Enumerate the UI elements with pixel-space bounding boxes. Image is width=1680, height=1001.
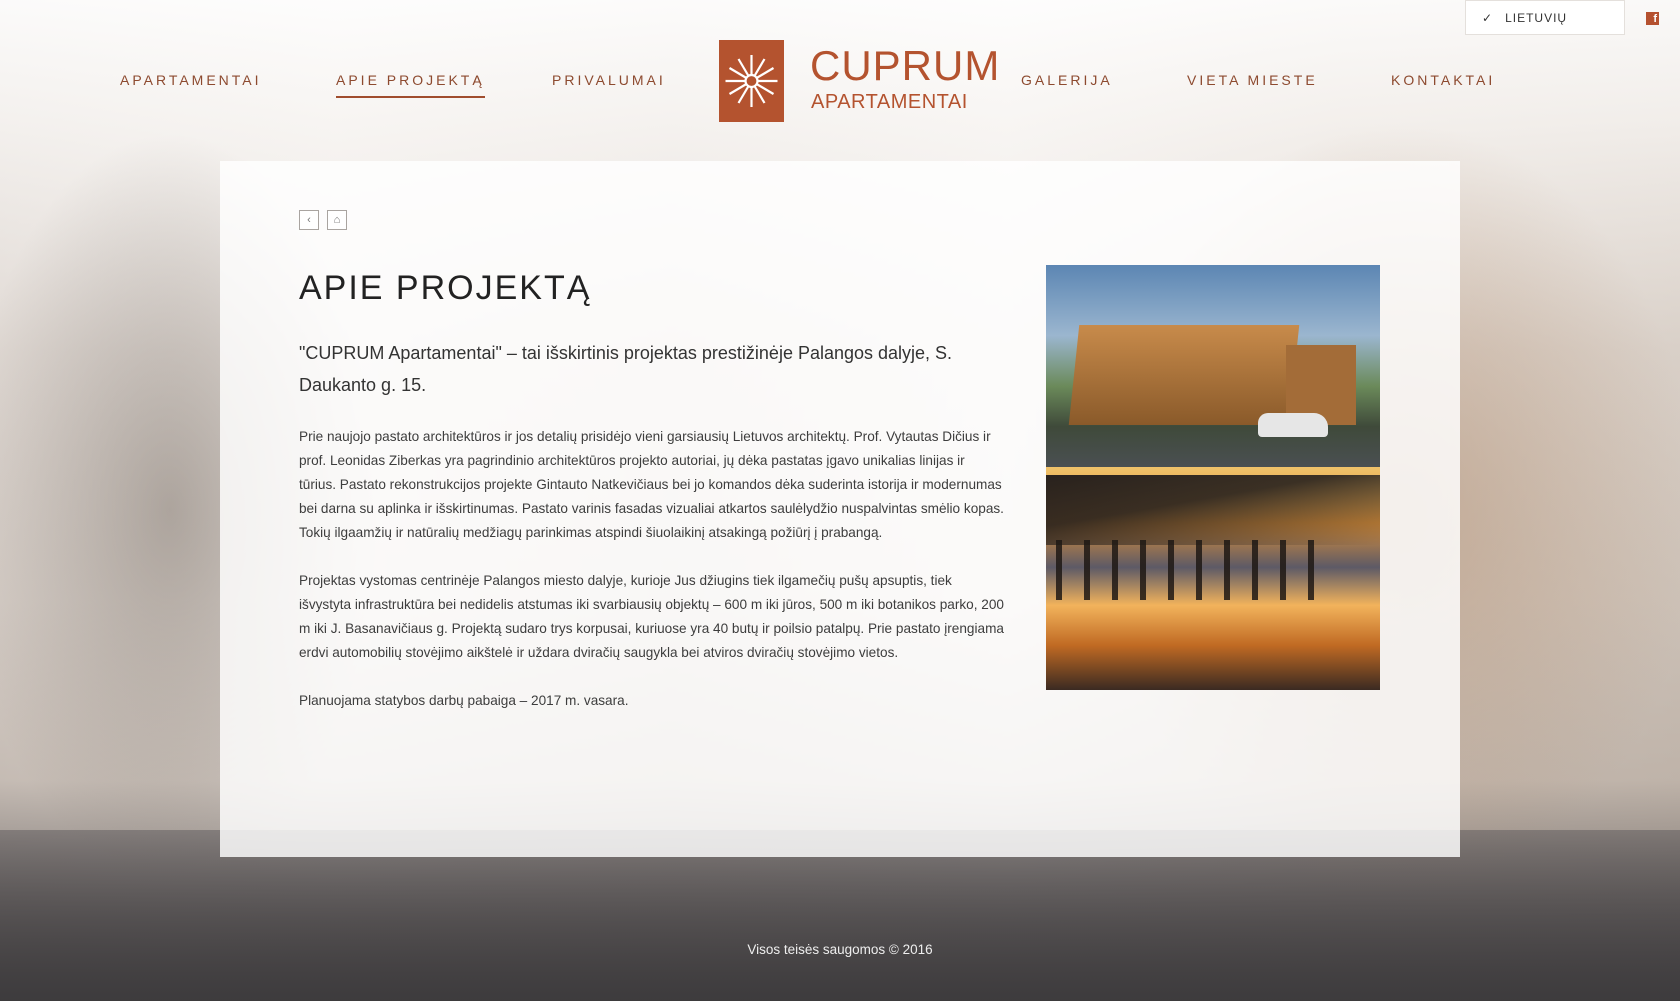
nav-item-galerija[interactable]: GALERIJA bbox=[1021, 72, 1113, 88]
nav-item-privalumai[interactable]: PRIVALUMAI bbox=[552, 72, 666, 88]
breadcrumb: ‹ ⌂ bbox=[299, 210, 347, 230]
logo-title: CUPRUM bbox=[810, 42, 1001, 89]
building-shape bbox=[1068, 325, 1300, 425]
home-icon[interactable]: ⌂ bbox=[327, 210, 347, 230]
project-photo-collage bbox=[1046, 265, 1380, 690]
facebook-icon[interactable]: f bbox=[1646, 12, 1659, 25]
body-paragraph: Prie naujojo pastato architektūros ir jo… bbox=[299, 429, 1004, 540]
language-selector[interactable]: ✓ LIETUVIŲ bbox=[1465, 0, 1625, 35]
back-icon[interactable]: ‹ bbox=[299, 210, 319, 230]
body-paragraph: Projektas vystomas centrinėje Palangos m… bbox=[299, 573, 1004, 660]
page-title: APIE PROJEKTĄ bbox=[299, 269, 592, 307]
lead-paragraph: "CUPRUM Apartamentai" – tai išskirtinis … bbox=[299, 343, 953, 395]
nav-item-apie-projekta[interactable]: APIE PROJEKTĄ bbox=[336, 72, 485, 98]
pier-shape bbox=[1046, 475, 1380, 545]
body-paragraph: Planuojama statybos darbų pabaiga – 2017… bbox=[299, 693, 629, 708]
car-shape bbox=[1258, 413, 1328, 437]
language-label: LIETUVIŲ bbox=[1505, 10, 1568, 25]
logo-mark-icon bbox=[719, 40, 784, 122]
check-icon: ✓ bbox=[1482, 10, 1494, 25]
nav-item-apartamentai[interactable]: APARTAMENTAI bbox=[120, 72, 262, 88]
content-panel: ‹ ⌂ APIE PROJEKTĄ "CUPRUM Apartamentai" … bbox=[220, 161, 1460, 857]
site-logo[interactable]: CUPRUM APARTAMENTAI bbox=[719, 40, 999, 122]
nav-item-kontaktai[interactable]: KONTAKTAI bbox=[1391, 72, 1495, 88]
pier-legs-shape bbox=[1056, 540, 1316, 600]
nav-item-vieta-mieste[interactable]: VIETA MIESTE bbox=[1187, 72, 1318, 88]
building-render-image bbox=[1046, 265, 1380, 467]
logo-subtitle: APARTAMENTAI bbox=[811, 91, 968, 113]
footer-copyright: Visos teisės saugomos © 2016 bbox=[747, 942, 933, 957]
